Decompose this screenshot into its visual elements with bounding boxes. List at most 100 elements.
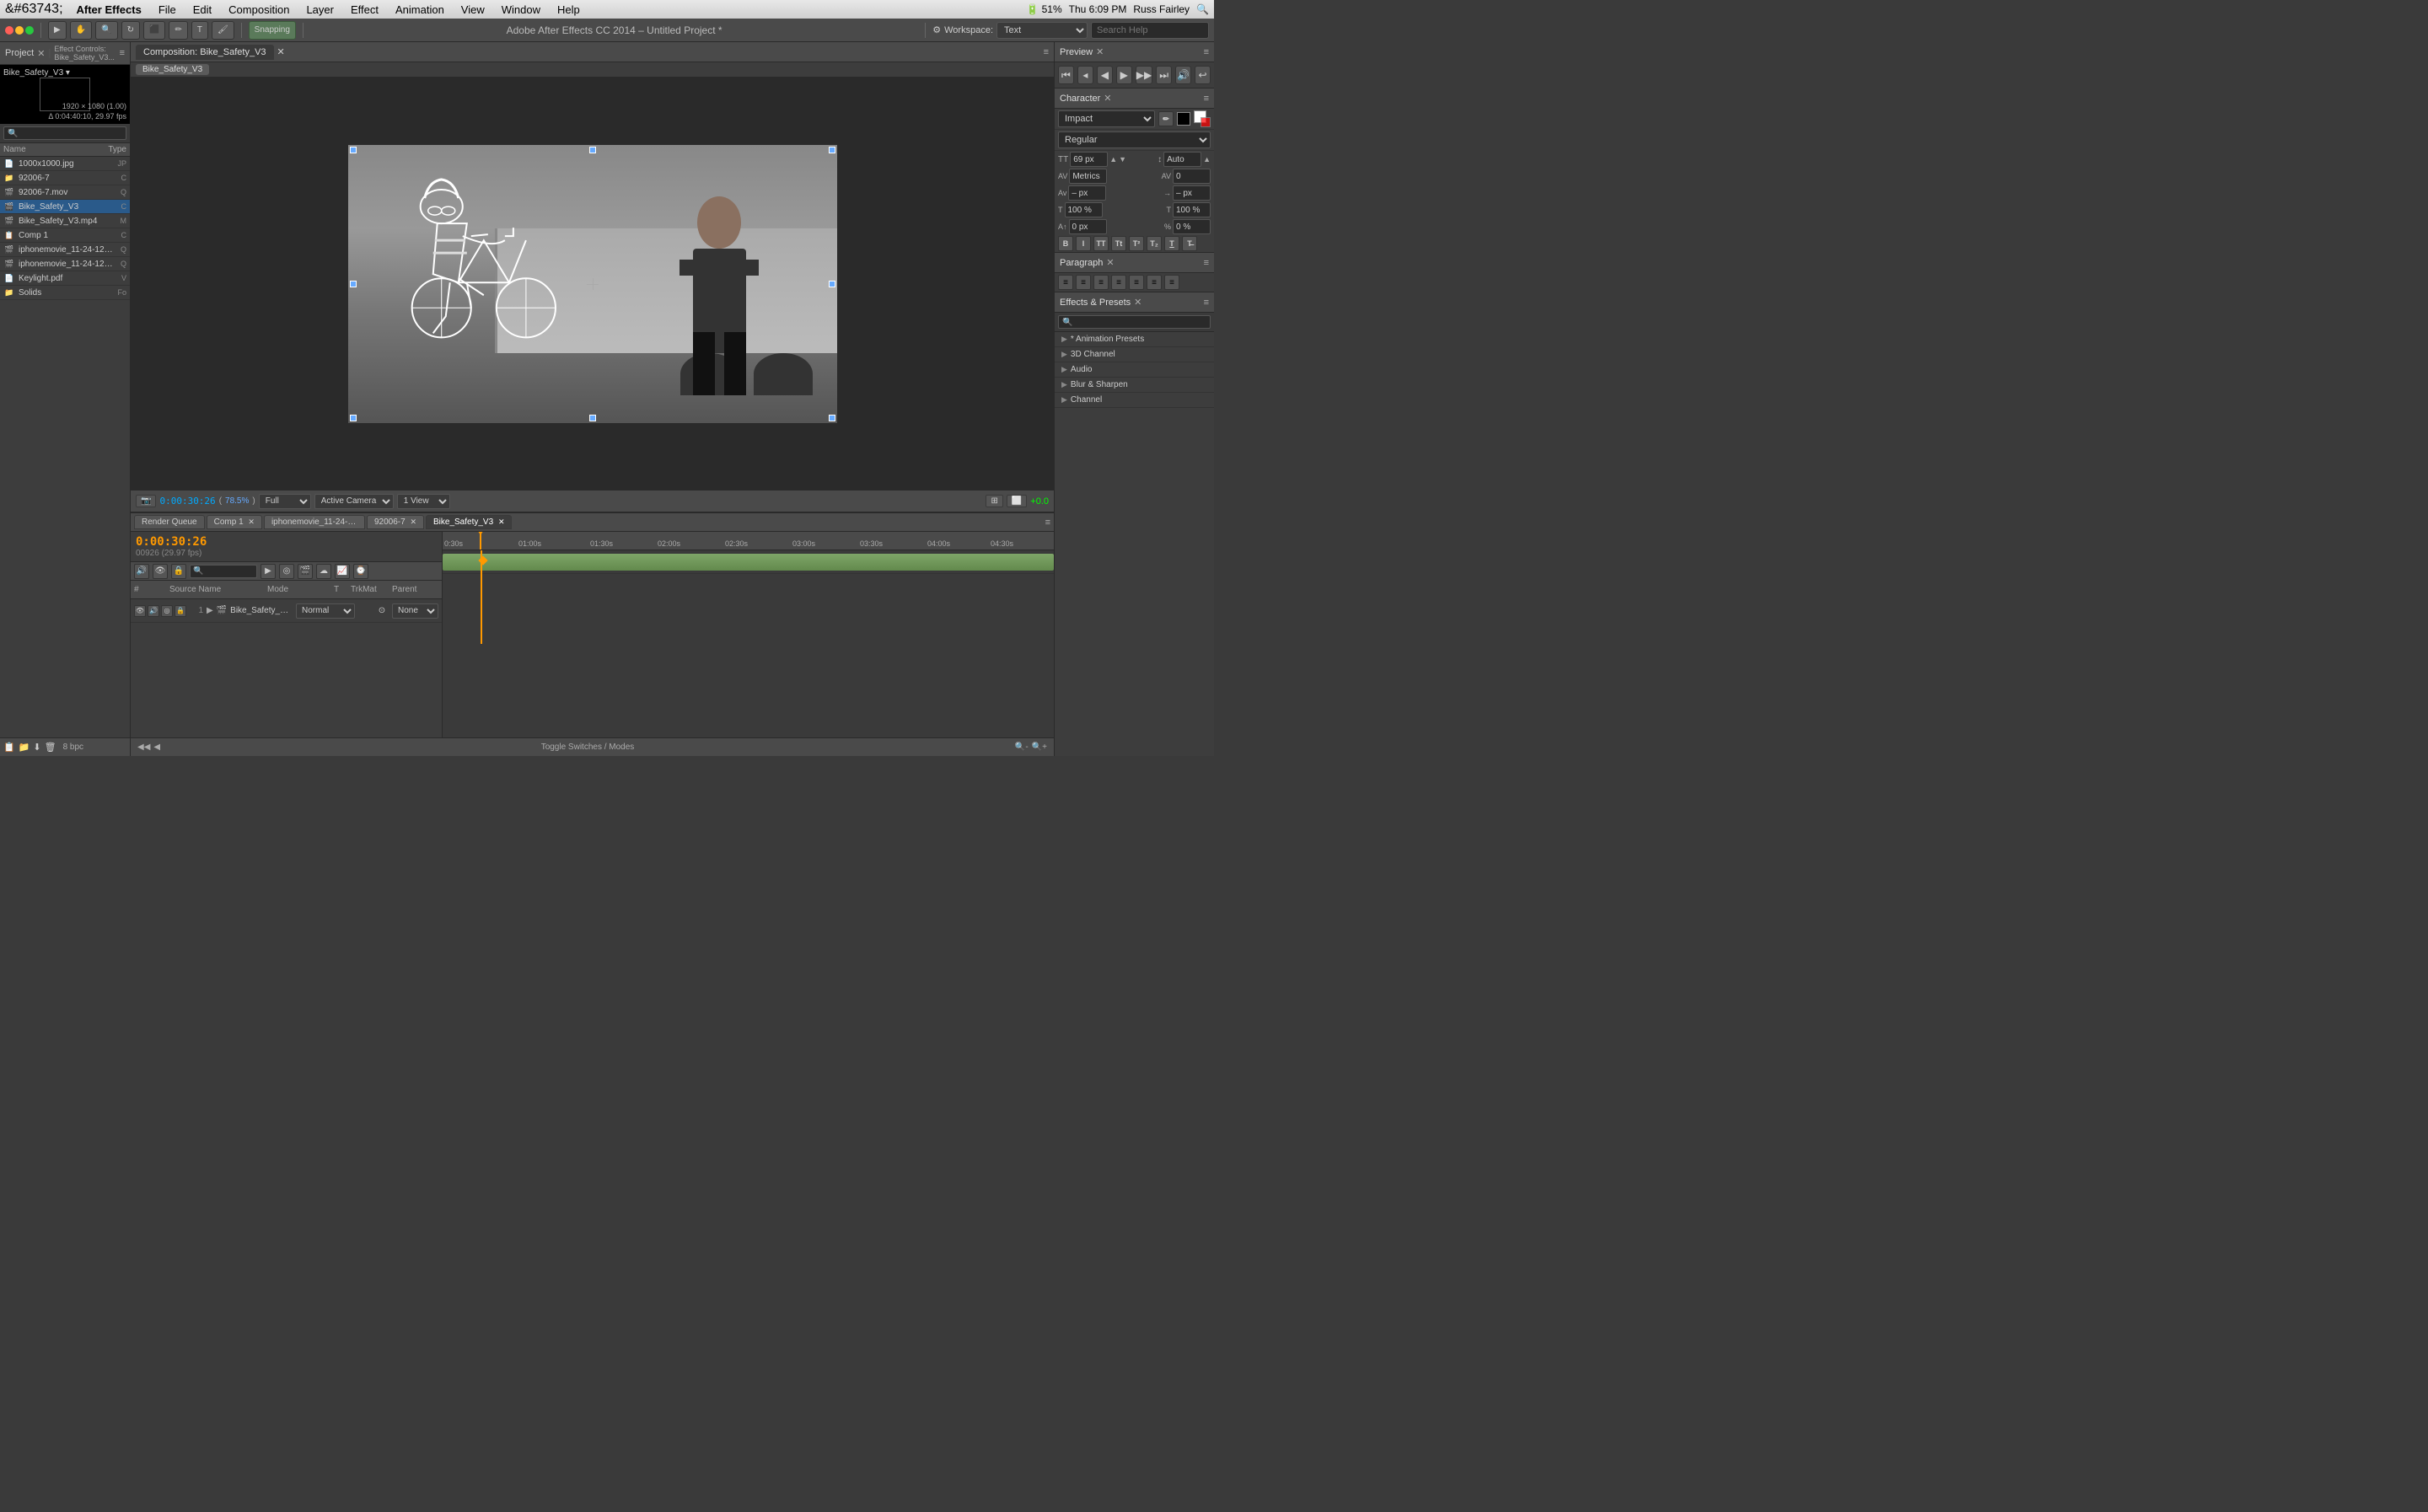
leading-up[interactable]: ▲ [1203,155,1211,164]
resolution-select[interactable]: Full Half Quarter [259,494,311,509]
transparency-btn[interactable]: ⬜ [1007,495,1027,507]
character-panel-menu[interactable]: ≡ [1204,94,1209,104]
project-search-input[interactable] [3,126,126,140]
file-item-8[interactable]: 📄 Keylight.pdf V [0,271,130,286]
file-item-5[interactable]: 📋 Comp 1 C [0,228,130,243]
justify-last-center-btn[interactable]: ≡ [1129,275,1144,290]
sel-handle-tr[interactable] [829,147,835,153]
new-folder-icon[interactable]: 📁 [19,742,30,753]
preview-rewind[interactable]: ◀ [1097,66,1113,84]
menu-file[interactable]: File [152,3,183,16]
timeline-tab-comp1[interactable]: Comp 1 ✕ [207,515,262,529]
menu-edit[interactable]: Edit [186,3,218,16]
layer-1-lock[interactable]: 🔒 [175,605,186,617]
sel-handle-bc[interactable] [589,415,596,421]
text-color-box[interactable] [1177,112,1190,126]
timeline-playhead[interactable] [481,550,482,644]
timeline-playhead-ruler[interactable] [480,532,481,550]
bold-btn[interactable]: B [1058,236,1073,251]
file-item-9[interactable]: 📁 Solids Fo [0,286,130,300]
timeline-tab-92006[interactable]: 92006-7 ✕ [367,515,424,529]
menu-composition[interactable]: Composition [222,3,296,16]
leading-input[interactable] [1163,152,1201,167]
ts-input[interactable] [1065,202,1103,217]
timeline-nav-start[interactable]: ◀◀ [137,743,150,752]
stroke-color-box[interactable] [1194,110,1211,127]
layer-1-trkmat-icon[interactable]: ⊙ [375,606,389,615]
strikethrough-btn[interactable]: T̶ [1182,236,1197,251]
justify-last-right-btn[interactable]: ≡ [1147,275,1162,290]
toggle-switches-label[interactable]: Toggle Switches / Modes [167,743,1008,752]
preview-loop[interactable]: ↩ [1195,66,1211,84]
delete-icon[interactable]: 🗑 [45,742,56,753]
caps-btn[interactable]: TT [1093,236,1109,251]
effects-panel-menu[interactable]: ≡ [1204,298,1209,308]
tracking-input[interactable] [1173,169,1211,184]
effects-item-3[interactable]: ▶ Blur & Sharpen [1055,378,1214,393]
super-btn[interactable]: T² [1129,236,1144,251]
timeline-tab-render-queue[interactable]: Render Queue [134,515,205,529]
apple-menu[interactable]: &#63743; [5,2,63,17]
file-item-1[interactable]: 📁 92006-7 C [0,171,130,185]
align-center-btn[interactable]: ≡ [1076,275,1091,290]
preview-play-audio[interactable]: ▶▶ [1136,66,1152,84]
file-item-6[interactable]: 🎬 iphonemovie_11-24-12_rough Q [0,243,130,257]
font-size-input[interactable] [1070,152,1108,167]
sel-handle-mr[interactable] [829,281,835,287]
tl-graph-btn[interactable]: 📈 [335,564,350,579]
comp-panel-menu[interactable]: ≡ [1044,47,1049,57]
sel-handle-br[interactable] [829,415,835,421]
close-button[interactable] [5,26,13,35]
layer-1-video[interactable]: 👁 [134,605,146,617]
font-family-select[interactable]: Impact [1058,110,1155,127]
sel-handle-tc[interactable] [589,147,596,153]
preview-prev-frame[interactable]: ◂ [1077,66,1093,84]
layer-1-parent[interactable]: None [392,603,438,619]
effects-item-4[interactable]: ▶ Channel [1055,393,1214,408]
sel-handle-ml[interactable] [350,281,357,287]
kerning-input[interactable] [1069,169,1107,184]
tab-close-92006[interactable]: ✕ [410,517,416,526]
ts2-input[interactable] [1173,202,1211,217]
tl-time-btn[interactable]: ⌚ [353,564,368,579]
justify-last-left-btn[interactable]: ≡ [1111,275,1126,290]
tl-lock-btn[interactable]: 🔒 [171,564,186,579]
file-item-0[interactable]: 📄 1000x1000.jpg JP [0,157,130,171]
brush-tool[interactable]: 🖌 [212,21,234,40]
justify-all-btn[interactable]: ≡ [1164,275,1179,290]
effects-item-0[interactable]: ▶ * Animation Presets [1055,332,1214,347]
tab-close-comp1[interactable]: ✕ [248,517,255,526]
workspace-select[interactable]: Text Default Motion Tracking [996,22,1088,39]
comp-timecode[interactable]: 0:00:30:26 [159,496,215,507]
underline-btn[interactable]: T [1164,236,1179,251]
size-down-arrow[interactable]: ▼ [1119,155,1126,164]
h-scale-input[interactable] [1173,185,1211,201]
camera-select[interactable]: Active Camera [314,494,394,509]
pen-tool[interactable]: ✏ [169,21,187,40]
zoom-tool[interactable]: 🔍 [95,21,117,40]
v-scale-input[interactable] [1068,185,1106,201]
preview-play[interactable]: ▶ [1116,66,1132,84]
timeline-search-input[interactable] [190,565,257,578]
paragraph-panel-menu[interactable]: ≡ [1204,258,1209,268]
select-tool[interactable]: ▶ [48,21,67,40]
hand-tool[interactable]: ✋ [70,21,92,40]
menu-animation[interactable]: Animation [389,3,451,16]
stroke-input[interactable] [1173,219,1211,234]
new-comp-icon[interactable]: 📋 [3,742,15,753]
tl-comp-btn[interactable]: 🎬 [298,564,313,579]
tl-expand-btn[interactable]: ◎ [279,564,294,579]
exposure-value[interactable]: +0.0 [1030,496,1049,507]
align-right-btn[interactable]: ≡ [1093,275,1109,290]
snapshot-btn[interactable]: 📷 [136,495,156,507]
timeline-zoom-in[interactable]: 🔍+ [1032,743,1047,752]
file-item-7[interactable]: 🎬 iphonemovie_11-24-12_rough.mov Q [0,257,130,271]
preview-first[interactable]: ⏮ [1058,66,1074,84]
preview-panel-menu[interactable]: ≡ [1204,47,1209,57]
search-help-input[interactable] [1091,22,1209,39]
sel-handle-tl[interactable] [350,147,357,153]
preview-last[interactable]: ⏭ [1156,66,1172,84]
sel-handle-bl[interactable] [350,415,357,421]
preview-volume[interactable]: 🔊 [1175,66,1191,84]
search-icon[interactable]: 🔍 [1196,3,1209,15]
